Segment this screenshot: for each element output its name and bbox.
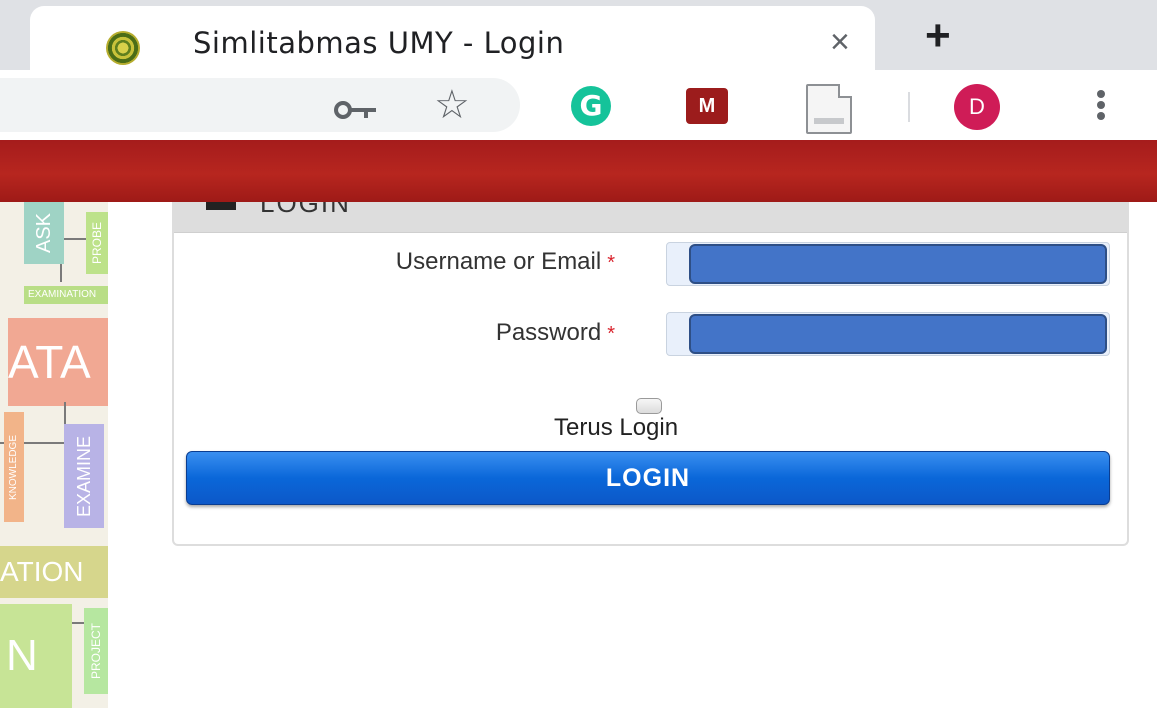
- word-ation: ATION: [0, 546, 108, 598]
- toolbar-divider: [908, 92, 910, 122]
- tab-title: Simlitabmas UMY - Login: [193, 26, 565, 60]
- kebab-menu-icon[interactable]: [1094, 90, 1108, 124]
- browser-tab-strip: Simlitabmas UMY - Login × +: [0, 0, 1157, 70]
- login-panel: LOGIN Username or Email * Password * Terus…: [172, 202, 1129, 546]
- grammarly-icon[interactable]: G: [571, 86, 611, 126]
- login-heading-icon: [206, 202, 236, 210]
- umy-favicon-icon: [106, 31, 140, 65]
- bookmark-star-icon[interactable]: ☆: [434, 85, 470, 125]
- browser-tab-active[interactable]: Simlitabmas UMY - Login ×: [30, 6, 875, 70]
- browser-toolbar: ☆ G M D: [0, 70, 1157, 140]
- username-field[interactable]: [666, 242, 1110, 286]
- tab-close-icon[interactable]: ×: [830, 24, 850, 60]
- remember-me-label: Terus Login: [554, 414, 679, 441]
- word-ata: ATA: [8, 318, 108, 406]
- word-examine: EXAMINE: [64, 424, 104, 528]
- word-probe: PROBE: [86, 212, 108, 274]
- password-required-marker: *: [607, 323, 615, 345]
- username-autofill[interactable]: [689, 244, 1107, 284]
- mendeley-icon[interactable]: M: [686, 88, 728, 124]
- page-extension-icon[interactable]: [806, 84, 852, 134]
- word-examination: EXAMINATION: [24, 286, 108, 304]
- word-knowledge: KNOWLEDGE: [4, 412, 24, 522]
- password-autofill[interactable]: [689, 314, 1107, 354]
- profile-avatar[interactable]: D: [954, 84, 1000, 130]
- key-icon[interactable]: [334, 100, 378, 120]
- word-n: N: [0, 604, 72, 708]
- username-label: Username or Email *: [396, 248, 615, 276]
- password-label-text: Password: [495, 319, 602, 346]
- word-ask: ASK: [24, 202, 64, 264]
- username-label-text: Username or Email: [395, 248, 602, 275]
- login-button[interactable]: LOGIN: [186, 451, 1110, 505]
- background-word-cloud: ASK PROBE EXAMINATION ATA KNOWLEDGE EXAM…: [0, 202, 108, 708]
- word-project: PROJECT: [84, 608, 108, 694]
- password-field[interactable]: [666, 312, 1110, 356]
- password-label: Password *: [496, 319, 615, 347]
- username-required-marker: *: [607, 252, 615, 274]
- login-panel-heading: LOGIN: [174, 202, 1127, 233]
- site-header-bar: [0, 140, 1157, 202]
- remember-me-checkbox[interactable]: [636, 398, 662, 414]
- new-tab-icon[interactable]: +: [925, 12, 951, 60]
- login-panel-title: LOGIN: [260, 202, 351, 218]
